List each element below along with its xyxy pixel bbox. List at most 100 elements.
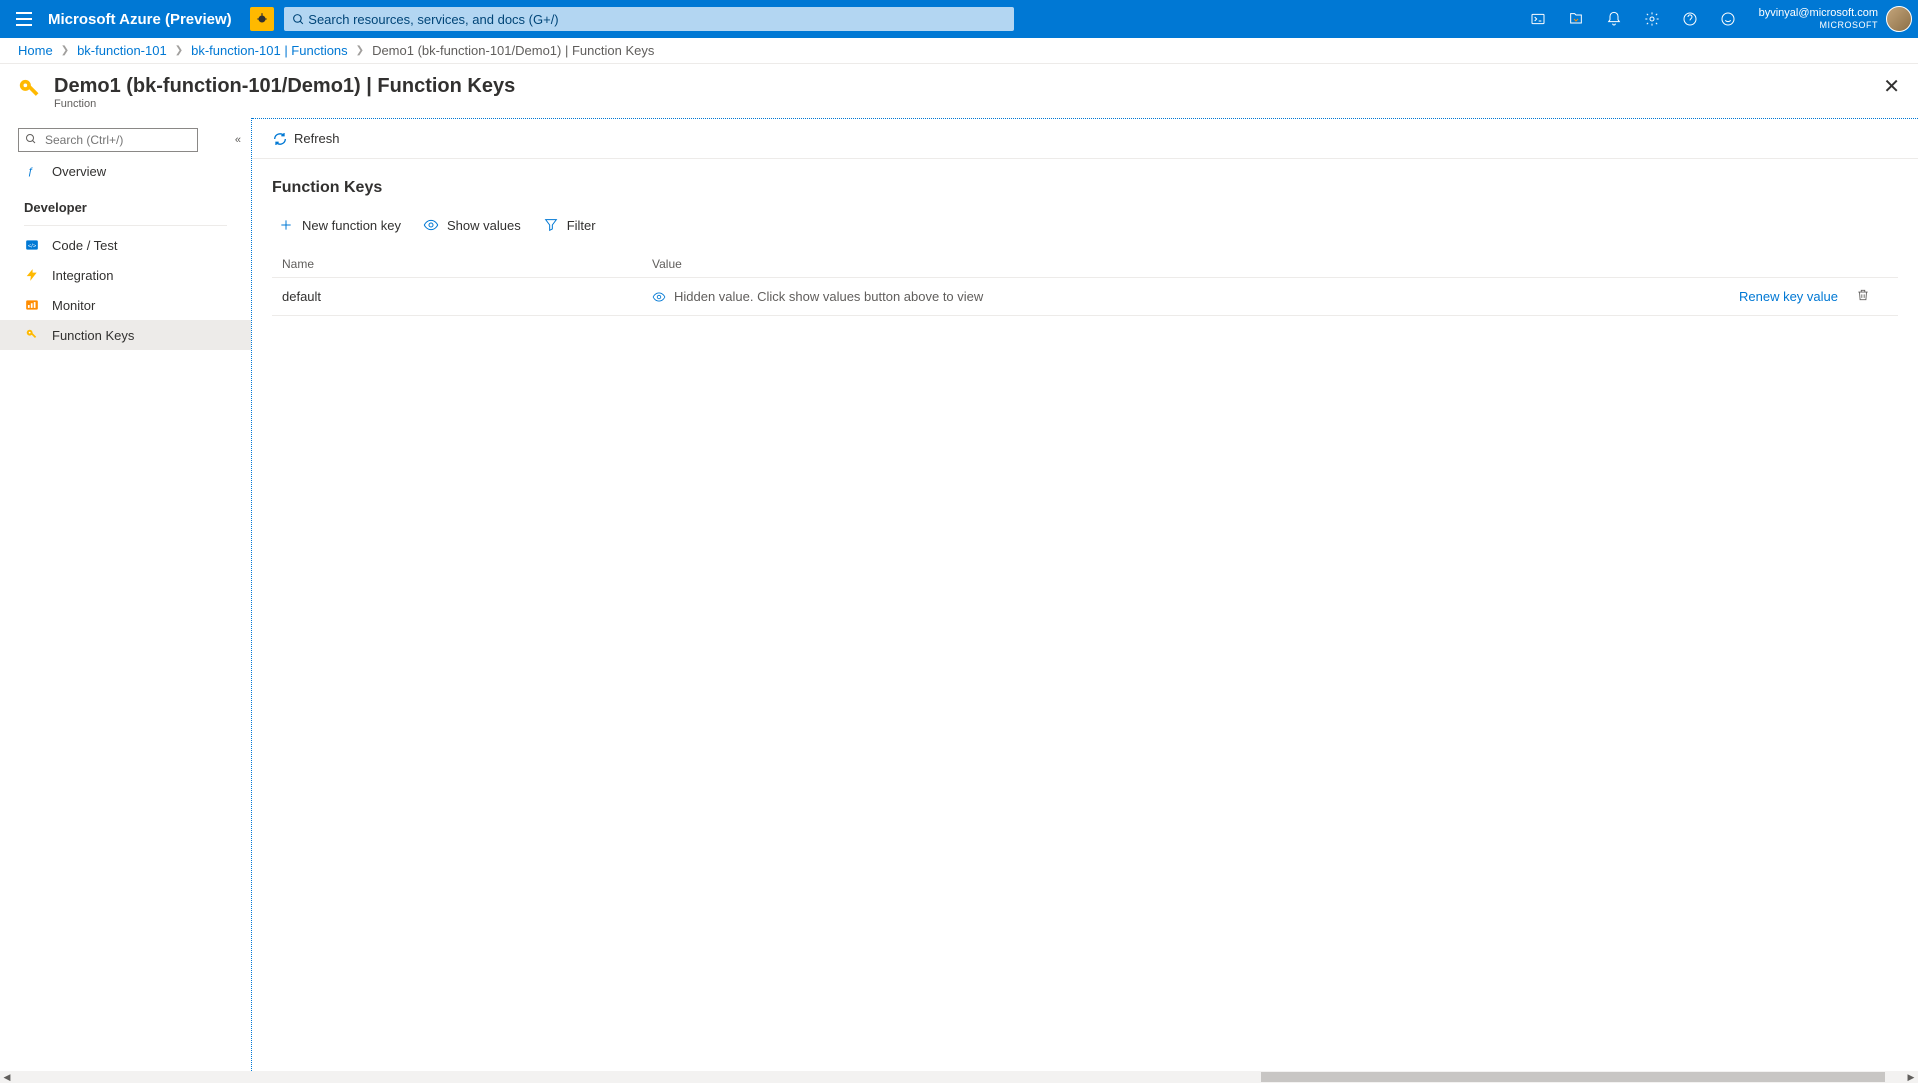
table-row: default Hidden value. Click show values …	[272, 278, 1898, 316]
feedback-button[interactable]	[1709, 0, 1747, 38]
brand-label[interactable]: Microsoft Azure (Preview)	[48, 11, 232, 28]
breadcrumb-item-1[interactable]: bk-function-101	[77, 43, 167, 58]
sidebar-item-function-keys[interactable]: Function Keys	[0, 320, 251, 350]
sidebar-item-monitor[interactable]: Monitor	[0, 290, 251, 320]
lightning-icon	[24, 267, 40, 283]
svg-text:</>: </>	[28, 243, 37, 249]
key-icon	[18, 76, 42, 105]
refresh-icon	[272, 131, 288, 147]
terminal-icon	[1530, 11, 1546, 27]
hamburger-icon	[16, 12, 32, 26]
smile-icon	[1720, 11, 1736, 27]
chevron-right-icon: ❯	[356, 45, 364, 56]
sidebar: « ƒ Overview Developer </> Code / Test I…	[0, 118, 252, 1073]
delete-key-button[interactable]	[1838, 288, 1888, 305]
help-button[interactable]	[1671, 0, 1709, 38]
sidebar-search: «	[18, 128, 233, 152]
settings-button[interactable]	[1633, 0, 1671, 38]
main-content: Refresh Function Keys New function key S…	[252, 118, 1918, 1073]
global-search[interactable]	[284, 7, 1014, 31]
account-org: MICROSOFT	[1759, 20, 1878, 31]
monitor-icon	[24, 297, 40, 313]
account-menu[interactable]: byvinyal@microsoft.com MICROSOFT	[1747, 6, 1918, 32]
svg-text:ƒ: ƒ	[27, 166, 33, 178]
trash-icon	[1856, 288, 1870, 302]
sidebar-item-overview[interactable]: ƒ Overview	[0, 156, 251, 186]
page-subtitle: Function	[54, 98, 515, 110]
top-header: Microsoft Azure (Preview) byvinyal@micro…	[0, 0, 1918, 38]
sidebar-group-developer: Developer	[0, 186, 251, 221]
col-header-renew	[1698, 257, 1838, 271]
show-values-button[interactable]: Show values	[423, 217, 521, 233]
filter-icon	[543, 217, 559, 233]
breadcrumb-home[interactable]: Home	[18, 43, 53, 58]
filter-folder-icon	[1568, 11, 1584, 27]
keys-table: Name Value default Hidden value. Click s…	[272, 251, 1898, 316]
section-title: Function Keys	[272, 179, 1898, 197]
sidebar-item-integration[interactable]: Integration	[0, 260, 251, 290]
scroll-left-arrow[interactable]: ◀	[0, 1072, 14, 1083]
sidebar-item-label: Integration	[52, 268, 113, 283]
col-header-name: Name	[282, 257, 652, 271]
gear-icon	[1644, 11, 1660, 27]
search-icon	[292, 13, 305, 26]
blade-header: Demo1 (bk-function-101/Demo1) | Function…	[0, 64, 1918, 118]
collapse-sidebar-button[interactable]: «	[235, 134, 241, 146]
divider	[24, 225, 227, 226]
horizontal-scrollbar[interactable]: ◀ ▶	[0, 1071, 1918, 1083]
scroll-right-arrow[interactable]: ▶	[1904, 1072, 1918, 1083]
renew-key-link[interactable]: Renew key value	[1739, 289, 1838, 304]
account-text: byvinyal@microsoft.com MICROSOFT	[1759, 7, 1878, 31]
sidebar-item-label: Code / Test	[52, 238, 118, 253]
action-row: New function key Show values Filter	[272, 217, 1898, 233]
help-icon	[1682, 11, 1698, 27]
col-header-value: Value	[652, 257, 1698, 271]
global-search-input[interactable]	[308, 12, 1005, 27]
refresh-button[interactable]: Refresh	[272, 131, 340, 147]
action-label: Show values	[447, 218, 521, 233]
eye-icon	[652, 290, 666, 304]
scroll-thumb[interactable]	[1261, 1072, 1885, 1082]
notifications-button[interactable]	[1595, 0, 1633, 38]
eye-icon	[423, 217, 439, 233]
scroll-track[interactable]	[14, 1071, 1904, 1083]
code-icon: </>	[24, 237, 40, 253]
content-section: Function Keys New function key Show valu…	[252, 159, 1918, 336]
action-label: Filter	[567, 218, 596, 233]
key-value-cell: Hidden value. Click show values button a…	[652, 289, 1698, 304]
bug-icon	[255, 12, 269, 26]
refresh-label: Refresh	[294, 131, 340, 146]
action-label: New function key	[302, 218, 401, 233]
sidebar-search-input[interactable]	[18, 128, 198, 152]
search-icon	[25, 133, 37, 148]
menu-button[interactable]	[0, 12, 48, 26]
main-layout: « ƒ Overview Developer </> Code / Test I…	[0, 118, 1918, 1073]
key-name-cell: default	[282, 289, 652, 304]
new-function-key-button[interactable]: New function key	[278, 217, 401, 233]
breadcrumb-item-2[interactable]: bk-function-101 | Functions	[191, 43, 348, 58]
breadcrumb-current: Demo1 (bk-function-101/Demo1) | Function…	[372, 43, 654, 58]
sidebar-item-label: Function Keys	[52, 328, 134, 343]
directory-filter-button[interactable]	[1557, 0, 1595, 38]
hidden-value-text: Hidden value. Click show values button a…	[674, 289, 983, 304]
bell-icon	[1606, 11, 1622, 27]
account-email: byvinyal@microsoft.com	[1759, 7, 1878, 20]
preview-badge[interactable]	[250, 7, 274, 31]
sidebar-item-label: Monitor	[52, 298, 95, 313]
sidebar-item-label: Overview	[52, 164, 106, 179]
chevron-right-icon: ❯	[61, 45, 69, 56]
cloud-shell-button[interactable]	[1519, 0, 1557, 38]
function-icon: ƒ	[24, 163, 40, 179]
command-bar: Refresh	[252, 119, 1918, 159]
filter-button[interactable]: Filter	[543, 217, 596, 233]
col-header-delete	[1838, 257, 1888, 271]
page-title: Demo1 (bk-function-101/Demo1) | Function…	[54, 74, 515, 98]
chevron-right-icon: ❯	[175, 45, 183, 56]
plus-icon	[278, 217, 294, 233]
avatar	[1886, 6, 1912, 32]
close-blade-button[interactable]: ✕	[1883, 74, 1900, 99]
sidebar-item-code-test[interactable]: </> Code / Test	[0, 230, 251, 260]
table-header: Name Value	[272, 251, 1898, 278]
breadcrumb: Home ❯ bk-function-101 ❯ bk-function-101…	[0, 38, 1918, 64]
key-icon	[24, 327, 40, 343]
